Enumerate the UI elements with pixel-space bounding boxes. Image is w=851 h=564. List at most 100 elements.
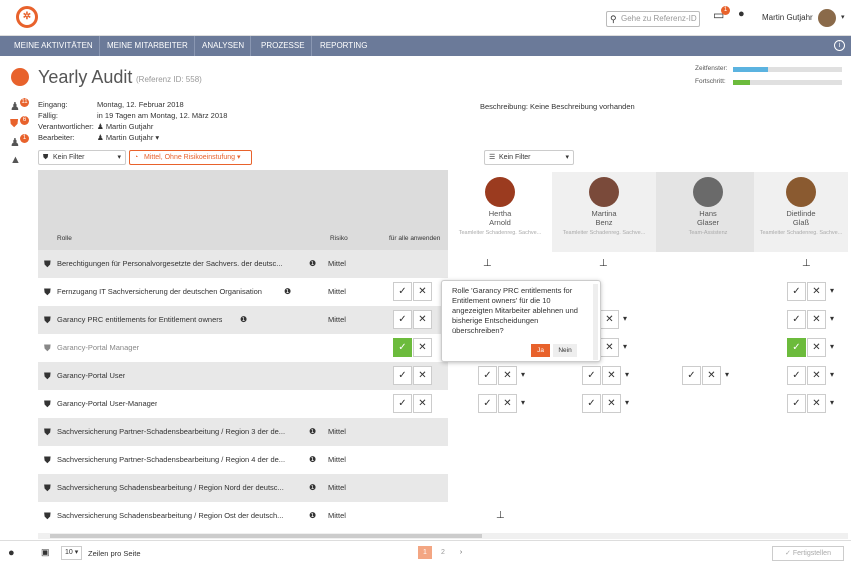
reject-all-button[interactable]: ✕ [413,310,432,329]
nav-meine-mitarbeiter[interactable]: MEINE MITARBEITER [101,36,195,56]
approve-button[interactable]: ✓ [787,310,806,329]
role-filter-dropdown[interactable]: ⛊ Kein Filter ▾ [38,150,126,165]
role-name[interactable]: Garancy-Portal User [57,371,125,380]
info-icon[interactable]: ❶ [240,315,247,324]
page-2-button[interactable]: 2 [436,546,450,559]
reject-all-button[interactable]: ✕ [413,366,432,385]
role-name[interactable]: Sachversicherung Partner-Schadensbearbei… [57,455,285,464]
nav-prozesse[interactable]: PROZESSE [255,36,312,56]
scrollbar-thumb[interactable] [50,534,482,538]
user-name[interactable]: Martin Gutjahr [762,13,813,22]
role-name[interactable]: Sachversicherung Schadensbearbeitung / R… [57,483,284,492]
more-dropdown[interactable]: ▾ [521,398,525,407]
reject-all-button[interactable]: ✕ [413,338,432,357]
reject-button[interactable]: ✕ [807,338,826,357]
page-size-select[interactable]: 10 ▾ [61,546,83,560]
approve-all-button[interactable]: ✓ [393,310,412,329]
user-avatar[interactable] [818,9,836,27]
reject-button[interactable]: ✕ [807,310,826,329]
person-martina-benz[interactable]: Martina Benz Teamleiter Schadenreg. Sach… [552,172,656,252]
approve-all-button[interactable]: ✓ [393,282,412,301]
role-name[interactable]: Garancy-Portal Manager [57,343,139,352]
person-hertha-arnold[interactable]: Hertha Arnold Teamleiter Schadenreg. Sac… [448,172,552,252]
role-name[interactable]: Sachversicherung Schadensbearbeitung / R… [57,511,283,520]
role-name[interactable]: Garancy-Portal User-Manager [57,399,157,408]
more-dropdown[interactable]: ▾ [725,370,729,379]
role-name[interactable]: Fernzugang IT Sachversicherung der deuts… [57,287,262,296]
person-dietlinde-glass[interactable]: Dietlinde Glaß Teamleiter Schadenreg. Sa… [754,172,848,252]
more-dropdown[interactable]: ▾ [623,314,627,323]
reject-button[interactable]: ✕ [602,394,621,413]
approve-button[interactable]: ✓ [478,394,497,413]
approve-button[interactable]: ✓ [787,394,806,413]
employee-filter-dropdown[interactable]: ☰ Kein Filter ▾ [484,150,574,165]
horizontal-scrollbar[interactable] [38,533,848,539]
reject-button[interactable]: ✕ [600,310,619,329]
approve-button[interactable]: ✓ [787,338,806,357]
person-hans-glaser[interactable]: Hans Glaser Team-Assistenz [656,172,760,252]
reject-button[interactable]: ✕ [807,282,826,301]
sidebar-user-icon[interactable]: ♟ [10,100,20,113]
nav-meine-aktivitaeten[interactable]: MEINE AKTIVITÄTEN [8,36,100,56]
risk-filter-dropdown[interactable]: ◔ Mittel, Ohne Risikoeinstufung ▾ [129,150,252,165]
approve-button[interactable]: ✓ [787,366,806,385]
approve-button[interactable]: ✓ [682,366,701,385]
reject-button[interactable]: ✕ [498,366,517,385]
confirm-yes-button[interactable]: Ja [531,344,550,357]
next-page-icon[interactable]: › [454,546,468,559]
info-icon[interactable]: ❶ [309,427,316,436]
chevron-down-icon[interactable]: ▾ [841,13,845,21]
more-dropdown[interactable]: ▾ [830,370,834,379]
info-icon[interactable]: ❶ [309,259,316,268]
app-logo[interactable]: ✲ [16,6,38,28]
approve-all-button[interactable]: ✓ [393,394,412,413]
reject-button[interactable]: ✕ [702,366,721,385]
circle-icon[interactable]: ● [8,547,15,559]
reject-all-button[interactable]: ✕ [413,394,432,413]
pin-icon[interactable]: ⊥ [802,258,811,269]
info-icon[interactable]: ❶ [309,483,316,492]
search-input[interactable]: ⚲ Gehe zu Referenz-ID [606,11,700,27]
reject-all-button[interactable]: ✕ [413,282,432,301]
approve-button[interactable]: ✓ [582,366,601,385]
bearbeiter-value[interactable]: ♟ Martin Gutjahr ▾ [97,133,159,142]
more-dropdown[interactable]: ▾ [830,398,834,407]
more-dropdown[interactable]: ▾ [625,398,629,407]
more-dropdown[interactable]: ▾ [623,342,627,351]
reject-button[interactable]: ✕ [807,366,826,385]
pin-icon[interactable]: ⊥ [496,510,505,521]
role-name[interactable]: Sachversicherung Partner-Schadensbearbei… [57,427,285,436]
pin-icon[interactable]: ⊥ [599,258,608,269]
approve-button[interactable]: ✓ [478,366,497,385]
approve-all-button[interactable]: ✓ [393,338,412,357]
more-dropdown[interactable]: ▾ [625,370,629,379]
more-dropdown[interactable]: ▾ [521,370,525,379]
nav-analysen[interactable]: ANALYSEN [196,36,252,56]
info-icon[interactable]: ❶ [309,511,316,520]
add-icon[interactable]: ● [738,8,745,20]
reject-button[interactable]: ✕ [498,394,517,413]
more-dropdown[interactable]: ▾ [830,342,834,351]
approve-button[interactable]: ✓ [582,394,601,413]
info-icon[interactable]: i [834,40,845,51]
sidebar-graduation-icon[interactable]: ▲ [10,154,21,166]
confirm-no-button[interactable]: Nein [553,344,577,357]
reject-button[interactable]: ✕ [600,338,619,357]
popup-scrollbar[interactable] [593,284,598,360]
pin-icon[interactable]: ⊥ [483,258,492,269]
finish-button[interactable]: ✓ Fertigstellen [772,546,844,561]
more-dropdown[interactable]: ▾ [830,314,834,323]
more-dropdown[interactable]: ▾ [830,286,834,295]
reject-button[interactable]: ✕ [807,394,826,413]
approve-all-button[interactable]: ✓ [393,366,412,385]
info-icon[interactable]: ❶ [284,287,291,296]
sidebar-group-icon[interactable]: ♟ [10,136,20,149]
nav-reporting[interactable]: REPORTING [314,36,373,56]
sidebar-shield-icon[interactable]: ⛊ [10,118,18,131]
role-name[interactable]: Garancy PRC entitlements for Entitlement… [57,315,222,324]
page-1-button[interactable]: 1 [418,546,432,559]
approve-button[interactable]: ✓ [787,282,806,301]
info-icon[interactable]: ❶ [309,455,316,464]
role-name[interactable]: Berechtigungen für Personalvorgesetzte d… [57,259,283,268]
export-icon[interactable]: ▣ [41,547,50,558]
